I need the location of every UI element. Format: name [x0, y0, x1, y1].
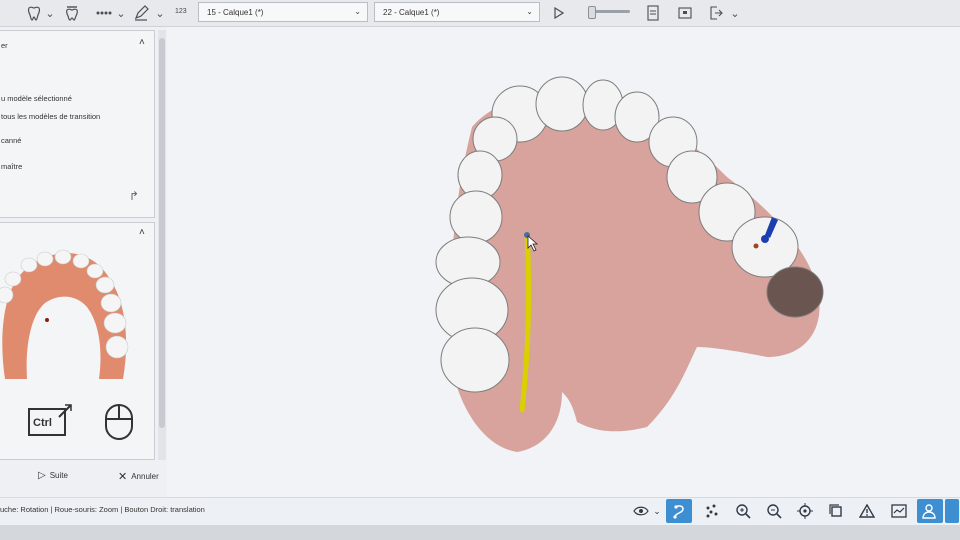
pencil-icon[interactable]	[131, 4, 151, 22]
tooth-grind-icon[interactable]	[62, 4, 82, 22]
chevron-down-icon: ⌄	[354, 7, 361, 16]
main-toolbar: ⌄ ⌄ ⌄ 123 15 - Calque1 (*) ⌄ 22 - Calque…	[0, 0, 960, 27]
layer-start-select[interactable]: 15 - Calque1 (*) ⌄	[198, 2, 368, 22]
user-settings-icon[interactable]	[917, 499, 943, 523]
cancel-button[interactable]: ✕ Annuler	[118, 470, 159, 483]
play-icon[interactable]	[552, 4, 566, 22]
chevron-down-icon[interactable]: ⌄	[155, 4, 164, 22]
orange-marker	[753, 243, 759, 249]
chevron-down-icon[interactable]: ⌄	[45, 4, 54, 22]
panel-scrollbar[interactable]	[158, 30, 166, 460]
thumbnail-marker	[45, 318, 49, 322]
slider-knob[interactable]	[588, 6, 596, 19]
zoom-in-icon[interactable]	[730, 499, 756, 523]
redo-icon[interactable]: ↱	[129, 189, 139, 203]
chevron-down-icon[interactable]: ⌄	[730, 4, 739, 22]
layer-end-value: 22 - Calque1 (*)	[383, 8, 440, 17]
tooth-icon[interactable]	[24, 4, 44, 22]
panel-toggle-icon[interactable]	[945, 499, 959, 523]
number-toggle-label[interactable]: 123	[175, 8, 187, 15]
cancel-label: Annuler	[131, 472, 159, 481]
playback-slider[interactable]	[588, 6, 630, 19]
layer-start-value: 15 - Calque1 (*)	[207, 8, 264, 17]
ctrl-key-icon: Ctrl	[27, 403, 73, 442]
path-tool-icon[interactable]	[666, 499, 692, 523]
option-transition-models[interactable]: tous les modèles de transition	[1, 112, 100, 121]
blue-marker-tip	[761, 235, 769, 243]
warning-icon[interactable]	[854, 499, 880, 523]
copy-view-icon[interactable]	[823, 499, 849, 523]
next-label: Suite	[49, 471, 68, 480]
dots-icon[interactable]	[94, 4, 114, 22]
collapse-icon[interactable]: ˄	[139, 227, 145, 238]
target-icon[interactable]	[792, 499, 818, 523]
guide-panel: ˄ Ctrl	[0, 222, 155, 460]
chart-icon[interactable]	[886, 499, 912, 523]
image-icon[interactable]	[676, 4, 694, 22]
status-hint: uche: Rotation | Roue-souris: Zoom | Bou…	[0, 505, 205, 514]
3d-viewport[interactable]	[167, 27, 960, 497]
next-icon: ▷	[38, 470, 46, 481]
option-master[interactable]: maître	[1, 162, 22, 171]
chevron-down-icon[interactable]: ⌄	[651, 499, 663, 523]
ctrl-label: Ctrl	[33, 417, 52, 429]
option-selected-model[interactable]: u modèle sélectionné	[1, 94, 72, 103]
close-icon: ✕	[118, 471, 128, 483]
chevron-down-icon[interactable]: ⌄	[116, 4, 125, 22]
os-taskbar	[0, 525, 960, 540]
mouse-icon	[103, 403, 135, 446]
collapse-icon[interactable]: ˄	[139, 37, 145, 48]
chevron-down-icon: ⌄	[526, 7, 533, 16]
scatter-points-icon[interactable]	[699, 499, 725, 523]
next-button[interactable]: ▷ Suite	[38, 470, 68, 481]
export-icon[interactable]	[644, 4, 662, 22]
arch-thumbnail	[0, 249, 129, 379]
scrollbar-thumb[interactable]	[159, 38, 165, 428]
options-panel: er ˄ u modèle sélectionné tous les modèl…	[0, 30, 155, 218]
exit-icon[interactable]	[707, 4, 725, 22]
zoom-out-icon[interactable]	[761, 499, 787, 523]
layer-end-select[interactable]: 22 - Calque1 (*) ⌄	[374, 2, 540, 22]
dental-model[interactable]	[167, 27, 960, 497]
panel-header-text: er	[1, 41, 8, 50]
option-scanned[interactable]: canné	[1, 136, 21, 145]
